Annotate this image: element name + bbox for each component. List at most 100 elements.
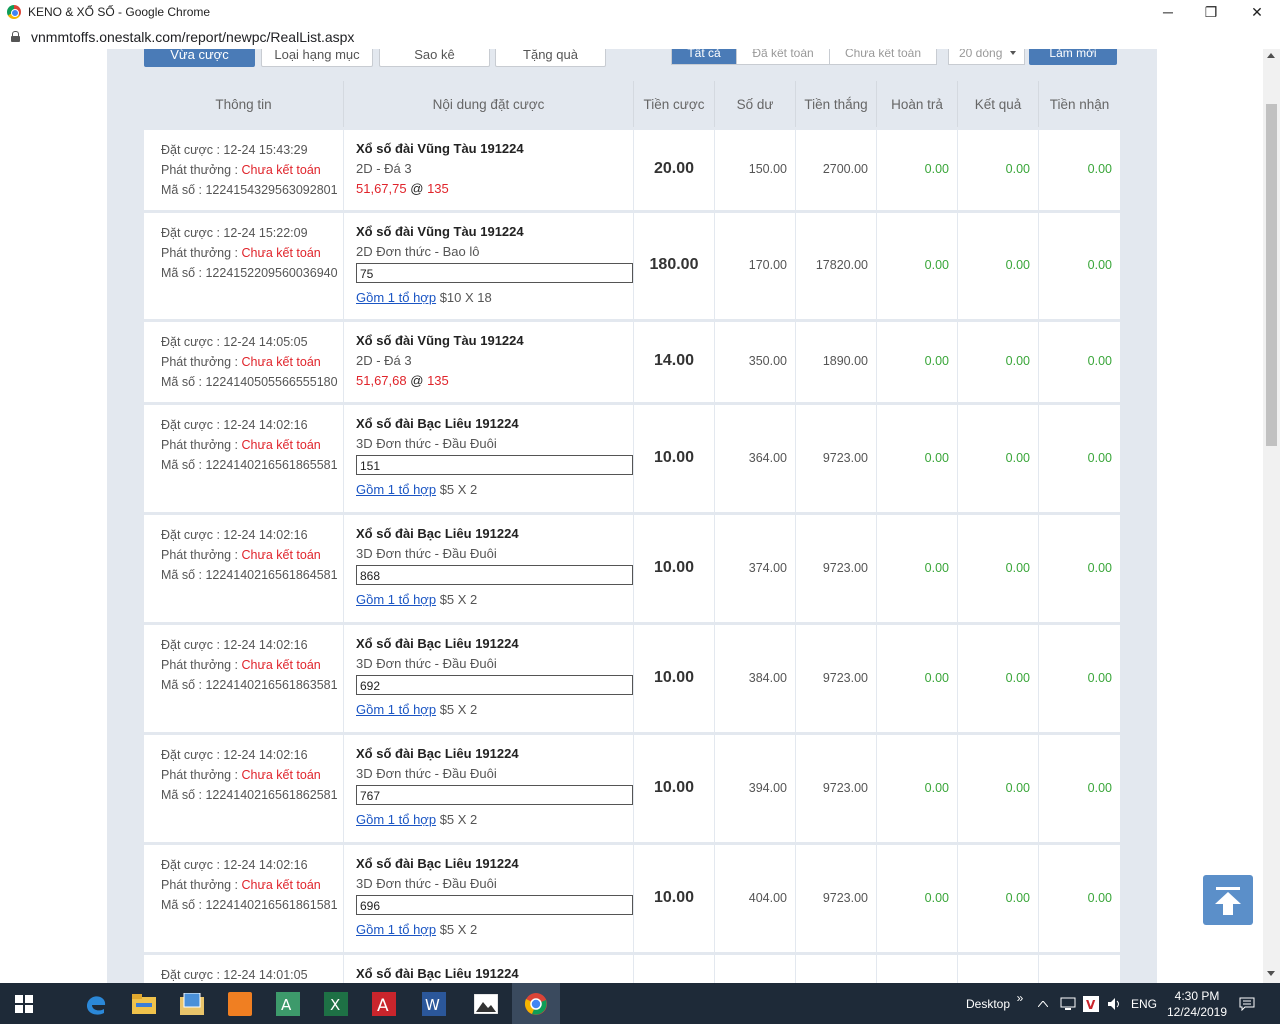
minimize-button[interactable]: ─ bbox=[1145, 0, 1191, 24]
bet-time: 12-24 15:22:09 bbox=[223, 226, 308, 240]
bet-time-line: Đặt cược : 12-24 14:01:05 bbox=[161, 965, 308, 983]
bet-time-line: Đặt cược : 12-24 14:02:16 bbox=[161, 635, 338, 655]
bet-time-line: Đặt cược : 12-24 14:05:05 bbox=[161, 332, 338, 352]
bet-code: 1224140505566555180 bbox=[205, 375, 338, 389]
refund-value: 0.00 bbox=[924, 162, 949, 176]
payout-status: Chưa kết toán bbox=[241, 438, 321, 452]
combo-link[interactable]: Gồm 1 tổ hợp bbox=[356, 702, 436, 717]
input-language[interactable]: ENG bbox=[1129, 983, 1159, 1024]
payout-label: Phát thưởng : bbox=[161, 438, 242, 452]
page-viewport: Vừa cược Loại hạng mục Sao kê Tặng quà T… bbox=[0, 49, 1263, 983]
filter-unsettled[interactable]: Chưa kết toán bbox=[830, 49, 936, 64]
scrollbar-thumb[interactable] bbox=[1266, 104, 1277, 446]
photos-app-icon[interactable] bbox=[462, 983, 510, 1024]
network-icon[interactable] bbox=[1057, 983, 1079, 1024]
payout-label: Phát thưởng : bbox=[161, 163, 242, 177]
payout-status: Chưa kết toán bbox=[241, 163, 321, 177]
bet-info: Đặt cược : 12-24 14:02:16 Phát thưởng : C… bbox=[161, 855, 338, 915]
access-app-icon[interactable]: A bbox=[264, 983, 312, 1024]
code-line: Mã số : 1224152209560036940 bbox=[161, 263, 338, 283]
foxit-pdf-icon[interactable] bbox=[216, 983, 264, 1024]
win-value: 9723.00 bbox=[822, 671, 868, 685]
recent-bets-button[interactable]: Vừa cược bbox=[144, 49, 255, 67]
gift-button[interactable]: Tặng quà bbox=[495, 49, 606, 67]
photo-viewer-icon[interactable] bbox=[168, 983, 216, 1024]
acrobat-icon[interactable]: A bbox=[360, 983, 408, 1024]
combo-link[interactable]: Gồm 1 tổ hợp bbox=[356, 482, 436, 497]
volume-icon[interactable] bbox=[1104, 983, 1126, 1024]
page-size-select[interactable]: 20 dòng bbox=[948, 49, 1025, 65]
close-button[interactable]: ✕ bbox=[1234, 0, 1280, 24]
notifications-icon[interactable] bbox=[1236, 983, 1258, 1024]
desktop-toolbar-label[interactable]: Desktop bbox=[958, 983, 1018, 1024]
statement-button[interactable]: Sao kê bbox=[379, 49, 490, 67]
code-label: Mã số : bbox=[161, 678, 206, 692]
refund-value: 0.00 bbox=[924, 671, 949, 685]
code-line: Mã số : 1224140505566555180 bbox=[161, 372, 338, 392]
payout-line: Phát thưởng : Chưa kết toán bbox=[161, 765, 338, 785]
table-row: Đặt cược : 12-24 14:02:16 Phát thưởng : C… bbox=[144, 515, 1120, 622]
bet-number-box: 692 bbox=[356, 675, 633, 695]
restore-button[interactable]: ❐ bbox=[1188, 0, 1234, 24]
svg-text:A: A bbox=[377, 996, 389, 1016]
win-value: 9723.00 bbox=[822, 781, 868, 795]
scroll-down-arrow-icon[interactable] bbox=[1267, 971, 1275, 976]
header-bet-content: Nội dung đặt cược bbox=[344, 81, 634, 127]
code-line: Mã số : 1224140216561863581 bbox=[161, 675, 338, 695]
combo-link[interactable]: Gồm 1 tổ hợp bbox=[356, 290, 436, 305]
result-value: 0.00 bbox=[1005, 781, 1030, 795]
refund-value: 0.00 bbox=[924, 354, 949, 368]
scroll-up-arrow-icon[interactable] bbox=[1267, 53, 1275, 58]
bet-type: 2D - Đá 3 bbox=[356, 161, 412, 176]
bet-time-label: Đặt cược : bbox=[161, 335, 224, 349]
bet-time: 12-24 15:43:29 bbox=[223, 143, 308, 157]
refund-value: 0.00 bbox=[924, 561, 949, 575]
windows-start-icon[interactable] bbox=[0, 983, 48, 1024]
window-title-bar: KENO & XỔ SỐ - Google Chrome ─ ❐ ✕ bbox=[0, 0, 1280, 24]
word-icon[interactable]: W bbox=[410, 983, 458, 1024]
payout-status: Chưa kết toán bbox=[241, 246, 321, 260]
balance-value: 364.00 bbox=[748, 451, 787, 465]
combo-link[interactable]: Gồm 1 tổ hợp bbox=[356, 592, 436, 607]
header-bet-amount: Tiền cược bbox=[634, 81, 715, 127]
payout-label: Phát thưởng : bbox=[161, 658, 242, 672]
combo-link[interactable]: Gồm 1 tổ hợp bbox=[356, 922, 436, 937]
combo-detail: $5 X 2 bbox=[439, 592, 478, 607]
filter-settled[interactable]: Đã kết toán bbox=[737, 49, 830, 64]
bet-number-box: 75 bbox=[356, 263, 633, 283]
clock[interactable]: 4:30 PM 12/24/2019 bbox=[1161, 983, 1233, 1024]
bet-type: 3D Đơn thức - Đầu Đuôi bbox=[356, 766, 497, 781]
lock-icon[interactable] bbox=[11, 31, 20, 42]
excel-icon[interactable]: X bbox=[312, 983, 360, 1024]
combo-link[interactable]: Gồm 1 tổ hợp bbox=[356, 812, 436, 827]
refund-value: 0.00 bbox=[924, 891, 949, 905]
received-value: 0.00 bbox=[1087, 258, 1112, 272]
bet-title: Xổ số đài Vũng Tàu 191224 bbox=[356, 141, 524, 156]
filter-all[interactable]: Tất cả bbox=[672, 49, 737, 64]
bet-content: Xổ số đài Bạc Liêu 191224 3D Đơn thức - Đ… bbox=[356, 634, 636, 720]
tray-expand-icon[interactable] bbox=[1033, 983, 1053, 1024]
code-label: Mã số : bbox=[161, 375, 206, 389]
desktop-chevron-icon[interactable]: » bbox=[1013, 977, 1027, 1018]
combo-line: Gồm 1 tổ hợp $10 X 18 bbox=[356, 288, 636, 308]
combo-detail: $5 X 2 bbox=[439, 922, 478, 937]
bet-code: 1224140216561864581 bbox=[205, 568, 338, 582]
vertical-scrollbar[interactable] bbox=[1263, 49, 1280, 983]
refresh-button[interactable]: Làm mới bbox=[1029, 49, 1117, 65]
received-value: 0.00 bbox=[1087, 561, 1112, 575]
chrome-taskbar-icon[interactable] bbox=[512, 983, 560, 1024]
address-bar[interactable]: vnmmtoffs.onestalk.com/report/newpc/Real… bbox=[0, 24, 1280, 49]
url-text[interactable]: vnmmtoffs.onestalk.com/report/newpc/Real… bbox=[31, 29, 354, 45]
win-value: 9723.00 bbox=[822, 451, 868, 465]
back-to-top-button[interactable] bbox=[1203, 875, 1253, 925]
bet-numbers: 51,67,68 bbox=[356, 373, 407, 388]
antivirus-icon[interactable]: V bbox=[1081, 983, 1101, 1024]
edge-browser-icon[interactable] bbox=[72, 983, 120, 1024]
category-button[interactable]: Loại hạng mục bbox=[261, 49, 373, 67]
bet-code: 1224154329563092801 bbox=[205, 183, 338, 197]
file-explorer-icon[interactable] bbox=[120, 983, 168, 1024]
bet-numbers-line: 51,67,75 @ 135 bbox=[356, 179, 636, 199]
payout-label: Phát thưởng : bbox=[161, 355, 242, 369]
bet-info: Đặt cược : 12-24 14:02:16 Phát thưởng : C… bbox=[161, 745, 338, 805]
bet-number-box: 767 bbox=[356, 785, 633, 805]
